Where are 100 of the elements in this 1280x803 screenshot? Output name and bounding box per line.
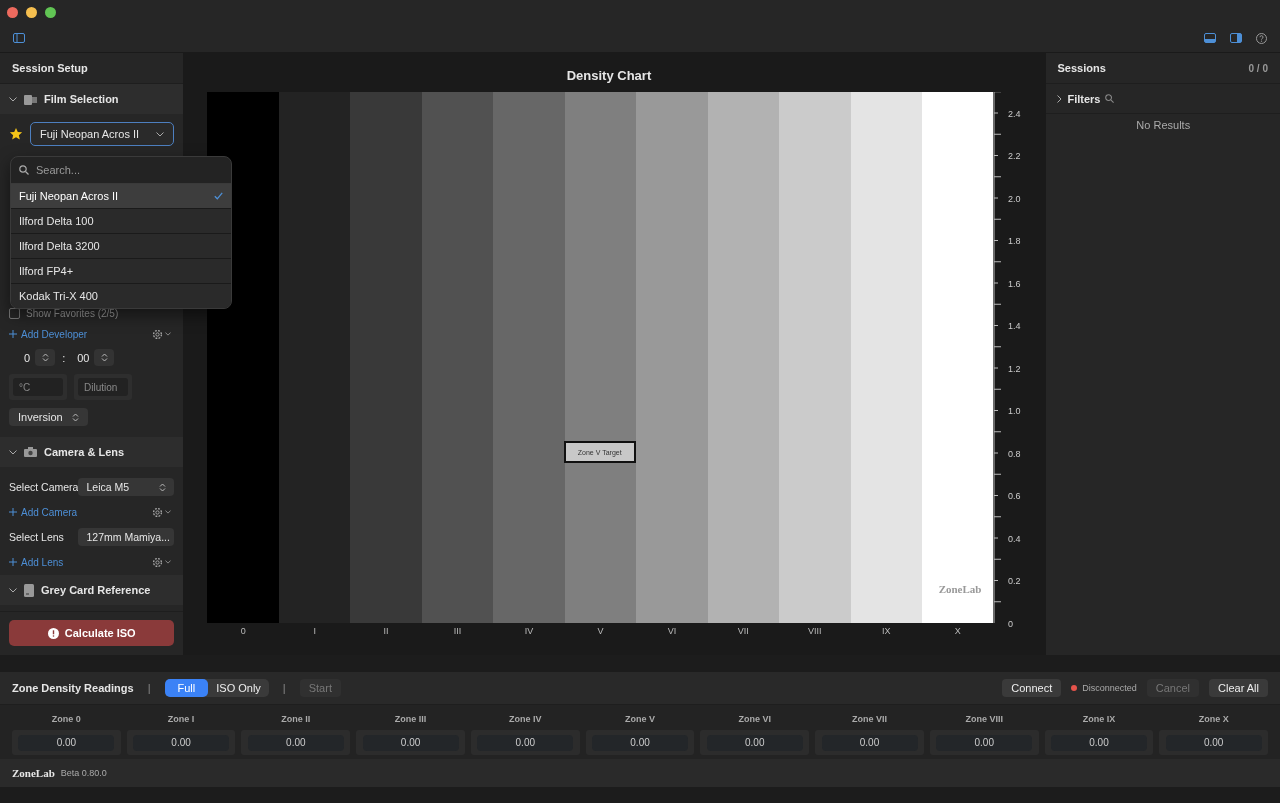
y-tick-label: 0.4 [1008, 533, 1021, 544]
zone-density-field[interactable]: 0.00 [936, 734, 1033, 751]
clear-all-button[interactable]: Clear All [1209, 679, 1268, 697]
plus-icon [9, 558, 17, 566]
settings-icon [152, 506, 164, 518]
help-icon[interactable] [1256, 32, 1267, 44]
zone-axis-label: VIII [807, 626, 823, 636]
y-tick-label: 0.8 [1008, 448, 1021, 459]
film-option[interactable]: Ilford Delta 3200 [11, 234, 231, 259]
separator: | [282, 682, 286, 694]
separator: | [147, 682, 151, 694]
chevron-down-icon[interactable] [9, 96, 17, 102]
plus-icon [9, 330, 17, 338]
zone-density-field[interactable]: 0.00 [821, 734, 918, 751]
zone-axis-label: II [382, 626, 390, 636]
section-title: Grey Card Reference [41, 584, 151, 596]
zone-density-field[interactable]: 0.00 [706, 734, 803, 751]
chevron-right-icon[interactable] [1057, 94, 1063, 103]
empty-message: No Results [1135, 118, 1192, 131]
y-tick-label: 0.6 [1008, 491, 1021, 501]
card-icon [24, 583, 34, 597]
zone-label: Zone X [1198, 714, 1229, 724]
zone-density-field[interactable]: 0.00 [592, 734, 689, 751]
add-developer-link[interactable]: Add Developer [9, 328, 88, 340]
zone-label: Zone V [625, 714, 656, 724]
zone-density-field[interactable]: 0.00 [133, 734, 230, 751]
temperature-field[interactable]: °C [13, 378, 63, 396]
zone-axis-label: X [953, 626, 962, 636]
y-tick-label: 1.8 [1008, 236, 1021, 246]
y-tick-label: 2.0 [1008, 193, 1021, 204]
film-option[interactable]: Kodak Tri-X 400 [11, 284, 231, 308]
zone-label: Zone VI [738, 714, 772, 724]
minutes-value: 0 [24, 351, 31, 364]
checkmark-icon [214, 192, 223, 200]
film-option[interactable]: Ilford FP4+ [11, 259, 231, 284]
y-tick-label: 0.2 [1008, 576, 1021, 586]
zone-density-field[interactable]: 0.00 [1050, 734, 1147, 751]
zone-axis-label: VI [666, 626, 678, 636]
star-icon[interactable] [9, 127, 23, 141]
y-tick-label: 2.2 [1008, 151, 1021, 161]
mode-tab[interactable]: Full [164, 679, 209, 697]
chevron-down-icon[interactable] [9, 449, 17, 455]
y-tick-label: 2.4 [1008, 108, 1021, 119]
up-down-icon [41, 353, 49, 362]
minimize-button[interactable] [26, 6, 37, 18]
session-count: 0 / 0 [1248, 62, 1268, 74]
section-title: Camera & Lens [44, 446, 125, 458]
add-camera-link[interactable]: Add Camera [9, 506, 78, 518]
right-panel-icon[interactable] [1230, 33, 1242, 43]
settings-menu-button[interactable] [152, 506, 172, 518]
chevron-down-icon [156, 131, 165, 137]
film-option[interactable]: Fuji Neopan Acros II [11, 184, 231, 209]
settings-menu-button[interactable] [152, 556, 172, 568]
sidebar-toggle-icon[interactable] [13, 33, 25, 43]
y-tick-label: 1.2 [1008, 363, 1021, 374]
zone-label: Zone I [167, 714, 195, 724]
add-lens-link[interactable]: Add Lens [9, 556, 64, 568]
chevron-down-icon [165, 510, 172, 514]
agitation-popup[interactable]: Inversion [9, 408, 88, 426]
close-button[interactable] [7, 6, 18, 18]
zone-axis-label: IV [523, 626, 535, 636]
zone-label: Zone IV [509, 714, 542, 724]
connect-button[interactable]: Connect [1002, 679, 1062, 697]
zone-axis-label: I [312, 626, 317, 636]
camera-label: Select Camera [9, 481, 79, 493]
zone-label: Zone IX [1082, 714, 1116, 724]
zone-density-field[interactable]: 0.00 [362, 734, 459, 751]
panel-title: Sessions [1057, 62, 1106, 74]
up-down-icon [100, 353, 108, 362]
zone-density-field[interactable]: 0.00 [477, 734, 574, 751]
minutes-stepper[interactable] [35, 349, 56, 366]
up-down-icon [71, 412, 79, 422]
film-option[interactable]: Ilford Delta 100 [11, 209, 231, 234]
chevron-down-icon [165, 560, 172, 564]
plus-icon [9, 508, 17, 516]
bottom-panel-icon[interactable] [1204, 33, 1216, 43]
mode-tab[interactable]: ISO Only [208, 679, 269, 697]
search-field[interactable]: Search... [34, 163, 218, 177]
film-icon [24, 93, 37, 105]
camera-popup[interactable]: Leica M5 [78, 478, 175, 496]
readings-title: Zone Density Readings [12, 682, 134, 694]
seconds-stepper[interactable] [94, 349, 115, 366]
settings-icon [152, 328, 164, 340]
lens-popup[interactable]: 127mm Mamiya... [78, 528, 175, 546]
zone-axis-label: III [452, 626, 463, 636]
settings-menu-button[interactable] [152, 328, 172, 340]
film-dropdown[interactable]: Fuji Neopan Acros II [30, 122, 175, 146]
zone-density-field[interactable]: 0.00 [247, 734, 344, 751]
zone-density-field[interactable]: 0.00 [1165, 734, 1262, 751]
zone-density-field[interactable]: 0.00 [18, 734, 115, 751]
app-logo: ZoneLab [12, 767, 55, 779]
chevron-down-icon[interactable] [9, 587, 17, 593]
filters-toggle[interactable]: Filters [1067, 92, 1101, 105]
zone-label: Zone 0 [51, 714, 81, 724]
dilution-field[interactable]: Dilution [78, 378, 128, 396]
y-tick-label: 1.0 [1008, 406, 1021, 416]
calculate-iso-button[interactable]: Calculate ISO [9, 620, 175, 646]
alert-icon [47, 627, 59, 639]
camera-icon [24, 447, 37, 457]
zoom-button[interactable] [45, 6, 56, 18]
